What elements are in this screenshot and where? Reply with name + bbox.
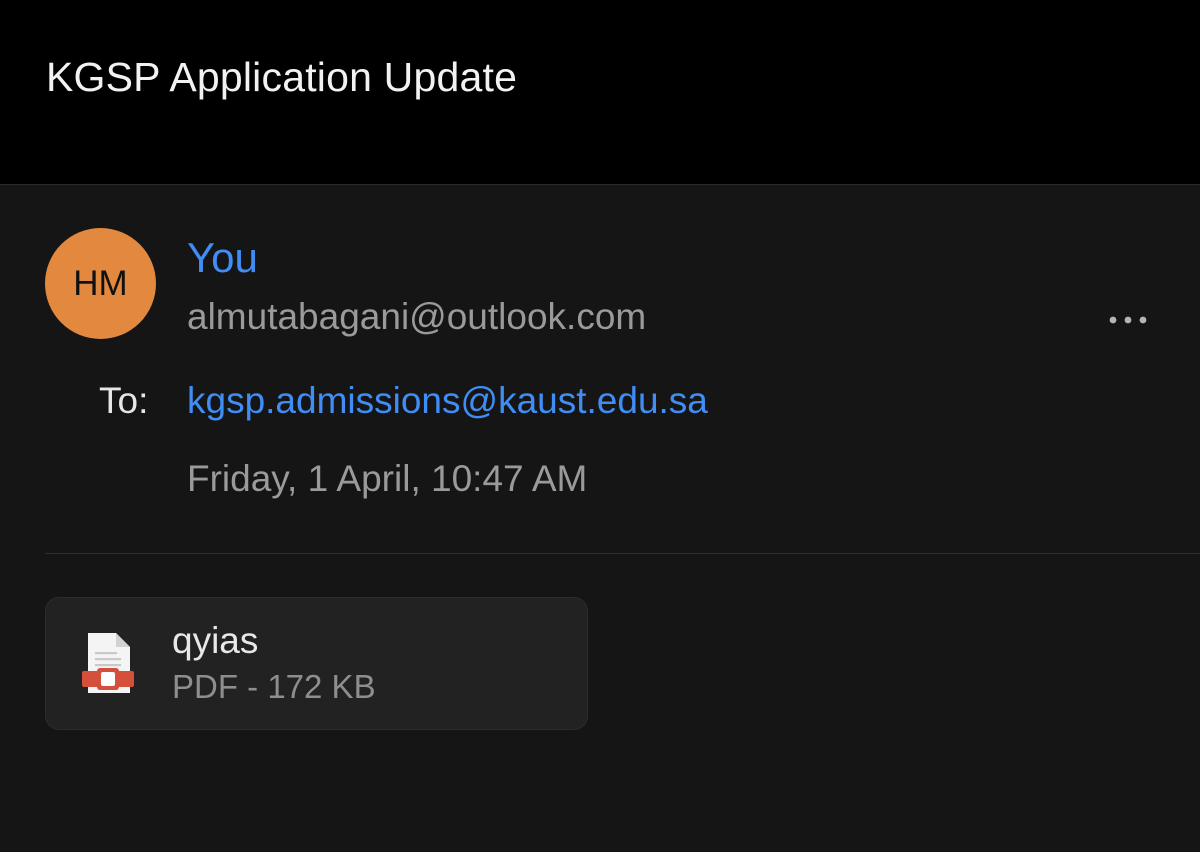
sender-avatar[interactable]: HM: [45, 228, 156, 339]
avatar-initials: HM: [73, 263, 128, 303]
recipient-address[interactable]: kgsp.admissions@kaust.edu.sa: [187, 380, 708, 422]
more-options-button[interactable]: [1100, 300, 1156, 340]
email-header: KGSP Application Update: [0, 0, 1200, 185]
recipient-label: To:: [99, 380, 149, 421]
header-divider: [45, 553, 1200, 554]
attachment-name: qyias: [172, 620, 259, 661]
attachment-meta: PDF - 172 KB: [172, 668, 376, 705]
email-subject: KGSP Application Update: [46, 54, 518, 100]
sent-date: Friday, 1 April, 10:47 AM: [187, 458, 588, 499]
pdf-file-icon: [82, 633, 134, 693]
attachment-card[interactable]: qyias PDF - 172 KB: [45, 597, 588, 730]
sender-email: almutabagani@outlook.com: [187, 296, 647, 337]
more-horizontal-icon: [1109, 316, 1147, 324]
sender-name[interactable]: You: [187, 234, 258, 282]
